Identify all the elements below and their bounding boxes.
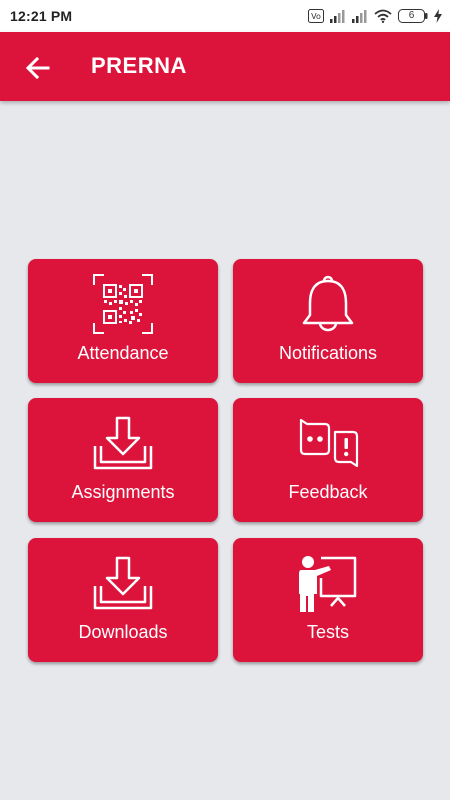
status-bar: 12:21 PM Vo 6: [0, 0, 450, 32]
tile-label: Notifications: [278, 343, 378, 363]
volte-icon: Vo: [308, 9, 324, 23]
tests-tile[interactable]: Tests: [233, 538, 423, 662]
tile-label: Attendance: [77, 343, 169, 363]
status-icons: Vo 6: [308, 6, 442, 26]
qr-code-icon: [93, 274, 153, 334]
attendance-tile[interactable]: Attendance: [28, 259, 218, 383]
chat-feedback-icon: [299, 418, 359, 468]
svg-text:Vo: Vo: [311, 12, 321, 21]
wifi-icon: [374, 9, 392, 23]
signal-icon: [330, 9, 346, 23]
download-icon: [93, 556, 153, 610]
download-icon: [93, 416, 153, 470]
tile-label: Assignments: [71, 482, 175, 502]
page-title: PRERNA: [91, 53, 187, 78]
battery-icon: 6: [398, 9, 428, 23]
status-time: 12:21 PM: [10, 8, 73, 24]
charging-icon: [434, 9, 442, 23]
teacher-board-icon: [299, 556, 357, 612]
feedback-tile[interactable]: Feedback: [233, 398, 423, 522]
bell-icon: [302, 275, 354, 332]
notifications-tile[interactable]: Notifications: [233, 259, 423, 383]
signal-icon-2: [352, 9, 368, 23]
assignments-tile[interactable]: Assignments: [28, 398, 218, 522]
tile-label: Downloads: [78, 622, 168, 642]
back-button[interactable]: [22, 52, 54, 84]
arrow-left-icon: [25, 56, 50, 80]
downloads-tile[interactable]: Downloads: [28, 538, 218, 662]
battery-level: 6: [408, 10, 415, 21]
tile-label: Tests: [306, 622, 349, 642]
app-bar: PRERNA: [0, 32, 450, 101]
tile-label: Feedback: [288, 482, 368, 502]
